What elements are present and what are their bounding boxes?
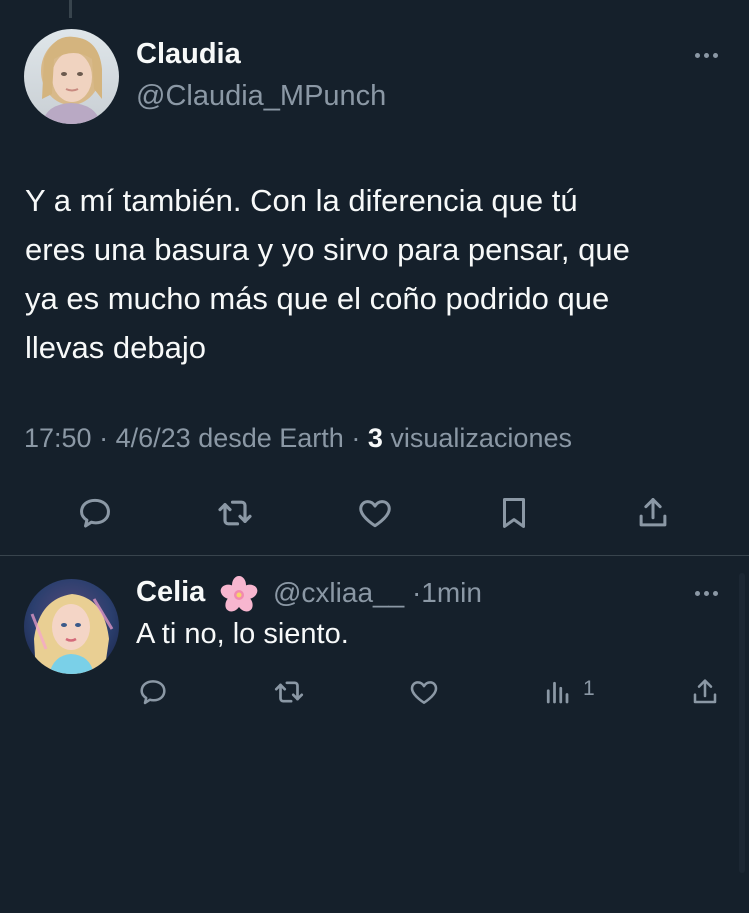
reply-avatar-image <box>24 579 119 674</box>
meta-separator: · <box>411 577 422 608</box>
divider <box>0 555 749 556</box>
reply-icon[interactable] <box>72 490 118 536</box>
cherry-blossom-icon <box>219 575 259 615</box>
retweet-icon[interactable] <box>212 490 258 536</box>
reply-views-count: 1 <box>583 677 595 700</box>
reply-text: A ti no, lo siento. <box>136 618 349 650</box>
reply-avatar[interactable] <box>24 579 119 674</box>
share-icon[interactable] <box>686 673 724 711</box>
reply-display-name[interactable]: Celia <box>136 576 205 609</box>
retweet-icon[interactable] <box>270 673 308 711</box>
like-icon[interactable] <box>352 490 398 536</box>
like-icon[interactable] <box>405 673 443 711</box>
reply-icon[interactable] <box>134 673 172 711</box>
more-options-icon[interactable] <box>695 53 718 58</box>
scrollbar[interactable] <box>739 573 745 873</box>
avatar-image <box>24 29 119 124</box>
tweet-time[interactable]: 17:50 <box>24 423 92 453</box>
reply-handle-line: @cxliaa__ ·1min <box>273 577 482 609</box>
tweet-text-line: eres una basura y yo sirvo para pensar, … <box>25 232 630 267</box>
tweet-text: Y a mí también. Con la diferencia que tú… <box>25 176 730 372</box>
reply-user-handle[interactable]: @cxliaa__ <box>273 577 404 608</box>
tweet-date[interactable]: 4/6/23 <box>116 423 191 453</box>
views-count: 3 <box>367 423 383 453</box>
thread-connector-line <box>69 0 72 18</box>
reply-action-bar <box>0 673 749 711</box>
user-handle[interactable]: @Claudia_MPunch <box>136 80 386 113</box>
tweet-text-line: ya es mucho más que el coño podrido que <box>25 281 610 316</box>
reply-time[interactable]: 1min <box>421 577 482 608</box>
bookmark-icon[interactable] <box>491 490 537 536</box>
tweet-source: desde Earth <box>198 423 344 453</box>
tweet-text-line: llevas debajo <box>25 330 206 365</box>
share-icon[interactable] <box>630 490 676 536</box>
meta-separator: · <box>99 423 109 453</box>
views-label: visualizaciones <box>390 423 572 453</box>
reply-more-options-icon[interactable] <box>695 591 718 596</box>
tweet-metadata: 17:50 · 4/6/23 desde Earth · 3 visualiza… <box>24 423 572 454</box>
avatar[interactable] <box>24 29 119 124</box>
views-icon[interactable] <box>538 673 576 711</box>
display-name[interactable]: Claudia <box>136 38 241 71</box>
tweet-action-bar <box>0 490 749 536</box>
tweet-text-line: Y a mí también. Con la diferencia que tú <box>25 183 578 218</box>
meta-separator: · <box>351 423 361 453</box>
